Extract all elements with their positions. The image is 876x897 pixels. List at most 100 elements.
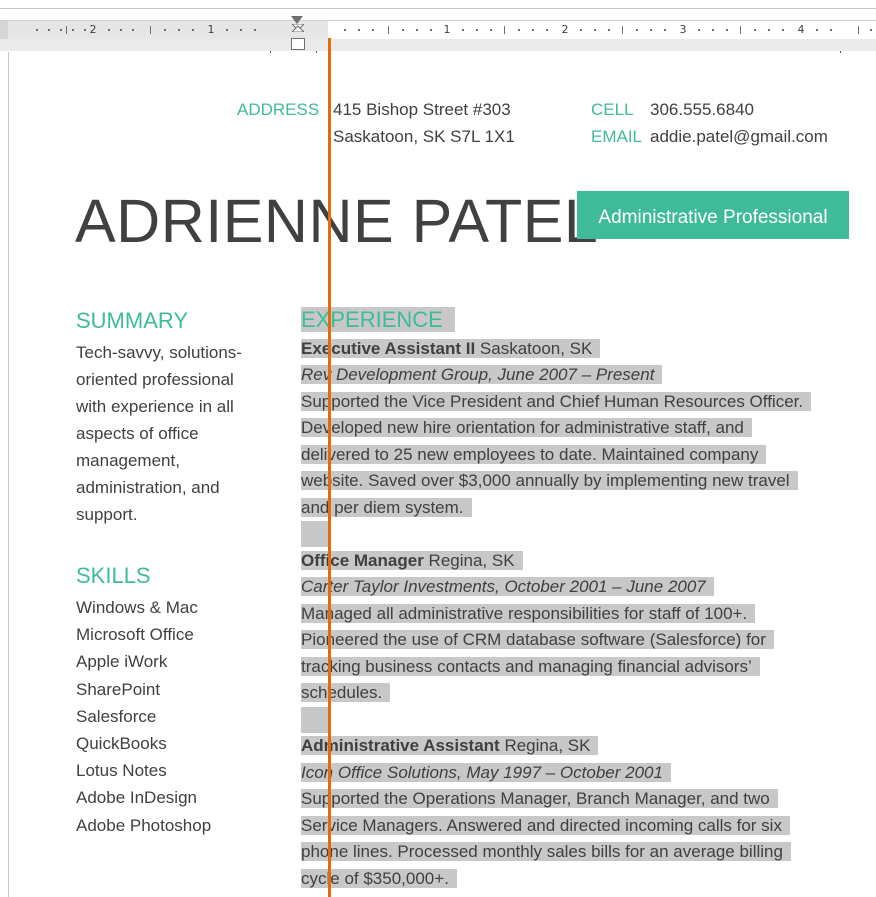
job-desc-line: phone lines. Processed monthly sales bil… bbox=[301, 839, 861, 866]
summary-line: oriented professional bbox=[76, 370, 234, 389]
title-badge: Administrative Professional bbox=[577, 191, 849, 239]
address-line-1: 415 Bishop Street #303 bbox=[333, 100, 511, 119]
ruler-tick bbox=[226, 29, 228, 31]
job-location: Regina, SK bbox=[423, 550, 515, 570]
job-desc-line: tracking business contacts and managing … bbox=[301, 654, 861, 681]
skill-item: QuickBooks bbox=[76, 733, 167, 753]
summary-line: aspects of office bbox=[76, 424, 199, 443]
job-header: Office Manager Regina, SK bbox=[301, 548, 861, 575]
job-desc-line: Supported the Vice President and Chief H… bbox=[301, 389, 861, 416]
job-desc-line: Pioneered the use of CRM database softwa… bbox=[301, 627, 861, 654]
ruler-tick bbox=[532, 29, 534, 31]
ruler-tick bbox=[636, 29, 638, 31]
ruler-tick bbox=[858, 26, 859, 34]
ruler-tick bbox=[830, 29, 832, 31]
job-desc-text: Supported the Vice President and Chief H… bbox=[301, 391, 812, 411]
ruler-tick bbox=[372, 29, 374, 31]
job-desc-text: schedules. bbox=[301, 683, 391, 702]
summary-line: support. bbox=[76, 505, 138, 524]
ruler-tick bbox=[546, 29, 548, 31]
ruler-tick bbox=[782, 29, 784, 31]
cell-value: 306.555.6840 bbox=[650, 100, 754, 119]
skill-item: Apple iWork bbox=[76, 652, 168, 672]
skill-item: SharePoint bbox=[76, 679, 161, 699]
job-location: Regina, SK bbox=[499, 736, 591, 755]
job-title: Office Manager bbox=[301, 550, 424, 570]
ruler-tick bbox=[622, 26, 623, 34]
ruler-tick bbox=[712, 29, 714, 31]
ruler-number: 3 bbox=[679, 23, 687, 36]
skill-item: Windows & Mac bbox=[76, 598, 198, 617]
ruler-tick bbox=[60, 29, 62, 31]
job-location: Saskatoon, SK bbox=[475, 338, 593, 358]
address-line-2: Saskatoon, SK S7L 1X1 bbox=[333, 127, 515, 146]
ruler-tick bbox=[240, 29, 242, 31]
summary-heading: SUMMARY bbox=[76, 308, 189, 333]
ruler-tick bbox=[48, 29, 50, 31]
experience-heading-line: EXPERIENCE bbox=[301, 307, 861, 336]
ruler-tick bbox=[402, 29, 404, 31]
ruler-number: 2 bbox=[561, 23, 569, 36]
ruler-left-margin bbox=[0, 21, 8, 39]
skills-heading: SKILLS bbox=[76, 563, 151, 588]
ruler-tick bbox=[344, 29, 346, 31]
ruler-tick bbox=[754, 29, 756, 31]
ruler-tick bbox=[84, 29, 86, 31]
experience-section[interactable]: EXPERIENCE Executive Assistant II Saskat… bbox=[301, 307, 861, 892]
job-company-line: Carter Taylor Investments, October 2001 … bbox=[301, 574, 861, 601]
ruler-tick bbox=[504, 26, 505, 34]
ruler-tick bbox=[608, 29, 610, 31]
job-desc-text: tracking business contacts and managing … bbox=[301, 656, 760, 676]
ruler-tick bbox=[476, 29, 478, 31]
job-desc-text: website. Saved over $3,000 annually by i… bbox=[301, 471, 798, 490]
summary-line: management, bbox=[76, 451, 180, 470]
empty-paragraph-mark bbox=[301, 521, 329, 547]
job-company-dates: Carter Taylor Investments, October 2001 … bbox=[301, 577, 706, 596]
summary-text: Tech-savvy, solutions- oriented professi… bbox=[76, 339, 276, 528]
ruler-track[interactable]: 2 1 1 2 3 4 bbox=[0, 20, 876, 53]
job-desc-line: and per diem system. bbox=[301, 495, 861, 522]
ruler-tick bbox=[580, 29, 582, 31]
cell-label: CELL bbox=[591, 100, 634, 119]
left-indent-marker[interactable] bbox=[291, 38, 305, 50]
summary-line: with experience in all bbox=[76, 397, 234, 416]
job-company-dates: Icon Office Solutions, May 1997 – Octobe… bbox=[301, 762, 663, 782]
blank-line bbox=[301, 521, 861, 548]
page-left-edge bbox=[8, 52, 9, 897]
ruler-tick bbox=[740, 26, 741, 34]
job-desc-text: cycle of $350,000+. bbox=[301, 868, 457, 888]
ruler-tick bbox=[490, 29, 492, 31]
empty-paragraph-mark bbox=[301, 706, 329, 733]
first-line-indent-marker[interactable] bbox=[291, 16, 303, 24]
hanging-indent-marker[interactable] bbox=[292, 24, 304, 32]
address-label: ADDRESS bbox=[237, 100, 320, 119]
ruler-number: 4 bbox=[797, 23, 805, 36]
email-value: addie.patel@gmail.com bbox=[650, 127, 828, 146]
skills-list: Windows & Mac Microsoft Office Apple iWo… bbox=[76, 594, 276, 839]
skill-item: Lotus Notes bbox=[76, 761, 167, 781]
horizontal-ruler[interactable]: 2 1 1 2 3 4 bbox=[0, 0, 876, 53]
ruler-tick bbox=[726, 29, 728, 31]
job-desc-text: Supported the Operations Manager, Branch… bbox=[301, 789, 778, 808]
job-desc-line: website. Saved over $3,000 annually by i… bbox=[301, 468, 861, 495]
ruler-tick bbox=[816, 29, 818, 31]
ruler-tick bbox=[358, 29, 360, 31]
job-header: Administrative Assistant Regina, SK bbox=[301, 733, 861, 760]
job-desc-line: Supported the Operations Manager, Branch… bbox=[301, 786, 861, 813]
job-desc-line: cycle of $350,000+. bbox=[301, 866, 861, 893]
ruler-tick bbox=[36, 29, 38, 31]
job-desc-text: Developed new hire orientation for admin… bbox=[301, 418, 752, 437]
ruler-number: 1 bbox=[207, 23, 215, 36]
ruler-bottom-band bbox=[0, 39, 876, 51]
ruler-tick bbox=[164, 29, 166, 31]
job-desc-line: schedules. bbox=[301, 680, 861, 707]
blank-line bbox=[301, 706, 861, 734]
title-badge-text: Administrative Professional bbox=[598, 207, 828, 228]
ruler-tick bbox=[192, 29, 194, 31]
skill-item: Microsoft Office bbox=[76, 625, 194, 645]
ruler-tick bbox=[178, 29, 180, 31]
ruler-tick bbox=[388, 26, 389, 34]
job-desc-line: Managed all administrative responsibilit… bbox=[301, 601, 861, 628]
ruler-tick bbox=[664, 29, 666, 31]
ruler-number: 1 bbox=[443, 23, 451, 36]
